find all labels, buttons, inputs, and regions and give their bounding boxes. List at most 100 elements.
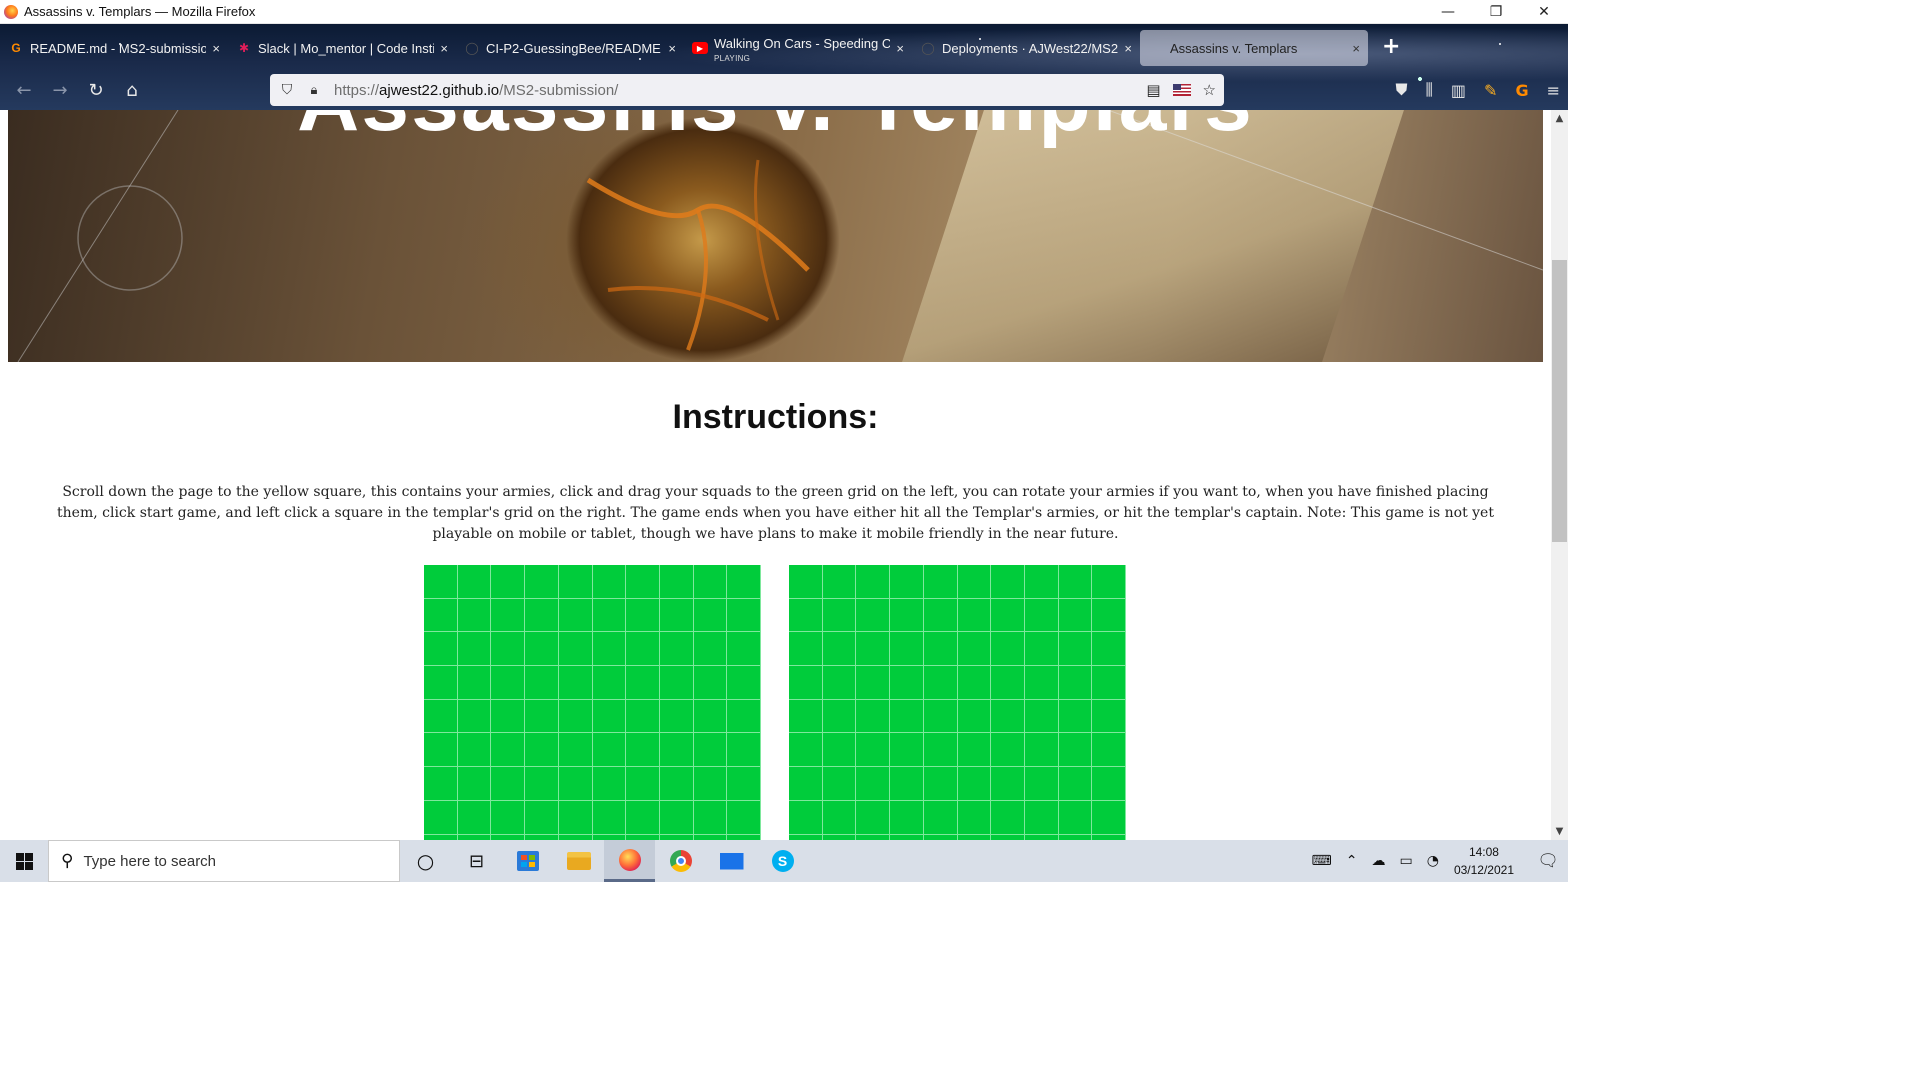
grid-cell[interactable] — [957, 699, 992, 734]
grid-cell[interactable] — [626, 565, 660, 599]
grid-cell[interactable] — [822, 598, 857, 633]
grid-cell[interactable] — [923, 632, 958, 667]
grid-cell[interactable] — [890, 800, 924, 835]
grid-cell[interactable] — [659, 800, 694, 835]
tab-close-button[interactable]: × — [212, 41, 220, 56]
grid-cell[interactable] — [789, 733, 823, 768]
taskbar-search[interactable]: ⚲ Type here to search — [48, 840, 400, 882]
grid-cell[interactable] — [424, 666, 458, 700]
grid-cell[interactable] — [424, 733, 458, 768]
grid-cell[interactable] — [491, 598, 526, 633]
grid-cell[interactable] — [693, 666, 728, 700]
grid-cell[interactable] — [822, 767, 857, 801]
grid-cell[interactable] — [923, 565, 958, 599]
tab-youtube[interactable]: ▶ Walking On Cars - Speeding Ca PLAYING … — [684, 30, 912, 66]
grid-cell[interactable] — [856, 733, 891, 768]
grid-cell[interactable] — [923, 666, 958, 700]
show-hidden-icons-icon[interactable]: ⌃ — [1346, 853, 1358, 869]
grid-cell[interactable] — [457, 632, 492, 667]
grid-cell[interactable] — [727, 632, 761, 667]
grid-cell[interactable] — [457, 598, 492, 633]
gitpod-extension-icon[interactable]: G — [1515, 81, 1528, 100]
bookmark-star-icon[interactable]: ☆ — [1203, 81, 1216, 99]
grid-cell[interactable] — [659, 565, 694, 599]
scrollbar-thumb[interactable] — [1552, 260, 1567, 542]
grid-cell[interactable] — [822, 800, 857, 835]
grid-cell[interactable] — [525, 733, 559, 768]
battery-icon[interactable]: ▭ — [1399, 853, 1412, 869]
grid-cell[interactable] — [789, 565, 823, 599]
tab-readme[interactable]: G README.md - MS2-submission × — [0, 30, 228, 66]
grid-cell[interactable] — [1092, 565, 1126, 599]
grid-cell[interactable] — [890, 632, 924, 667]
extension-icon[interactable]: ✎ — [1484, 81, 1497, 100]
grid-cell[interactable] — [558, 632, 593, 667]
skype-icon[interactable]: S — [757, 840, 808, 882]
grid-cell[interactable] — [890, 699, 924, 734]
grid-cell[interactable] — [1092, 632, 1126, 667]
grid-cell[interactable] — [558, 733, 593, 768]
grid-cell[interactable] — [592, 565, 627, 599]
grid-cell[interactable] — [1058, 632, 1093, 667]
tab-close-button[interactable]: × — [896, 41, 904, 56]
grid-cell[interactable] — [890, 598, 924, 633]
grid-cell[interactable] — [1024, 699, 1059, 734]
mail-icon[interactable] — [706, 840, 757, 882]
grid-cell[interactable] — [693, 598, 728, 633]
grid-cell[interactable] — [626, 666, 660, 700]
grid-cell[interactable] — [592, 632, 627, 667]
grid-cell[interactable] — [991, 598, 1025, 633]
grid-cell[interactable] — [890, 767, 924, 801]
grid-cell[interactable] — [424, 699, 458, 734]
grid-cell[interactable] — [457, 699, 492, 734]
grid-cell[interactable] — [727, 733, 761, 768]
grid-cell[interactable] — [424, 565, 458, 599]
grid-cell[interactable] — [693, 565, 728, 599]
microsoft-store-icon[interactable] — [502, 840, 553, 882]
grid-cell[interactable] — [558, 767, 593, 801]
forward-button[interactable]: → — [42, 74, 78, 106]
grid-cell[interactable] — [727, 699, 761, 734]
lock-icon[interactable]: 🔒︎ — [306, 83, 322, 98]
grid-cell[interactable] — [789, 666, 823, 700]
grid-cell[interactable] — [923, 767, 958, 801]
tab-close-button[interactable]: × — [668, 41, 676, 56]
grid-cell[interactable] — [525, 565, 559, 599]
grid-cell[interactable] — [923, 733, 958, 768]
grid-cell[interactable] — [991, 800, 1025, 835]
grid-cell[interactable] — [923, 598, 958, 633]
grid-cell[interactable] — [693, 733, 728, 768]
tab-close-button[interactable]: × — [440, 41, 448, 56]
grid-cell[interactable] — [626, 632, 660, 667]
grid-cell[interactable] — [822, 666, 857, 700]
grid-cell[interactable] — [957, 767, 992, 801]
menu-icon[interactable]: ≡ — [1547, 81, 1560, 100]
shield-icon[interactable]: ⛉ — [278, 82, 296, 98]
grid-cell[interactable] — [822, 632, 857, 667]
grid-cell[interactable] — [693, 767, 728, 801]
url-text[interactable]: https://ajwest22.github.io/MS2-submissio… — [334, 82, 618, 99]
grid-cell[interactable] — [626, 767, 660, 801]
grid-cell[interactable] — [1024, 666, 1059, 700]
grid-cell[interactable] — [558, 565, 593, 599]
grid-cell[interactable] — [957, 733, 992, 768]
grid-cell[interactable] — [822, 565, 857, 599]
reader-view-icon[interactable]: ▤ — [1146, 81, 1160, 99]
grid-cell[interactable] — [957, 800, 992, 835]
grid-cell[interactable] — [491, 565, 526, 599]
grid-cell[interactable] — [856, 666, 891, 700]
templar-grid[interactable] — [789, 565, 1126, 840]
grid-cell[interactable] — [822, 733, 857, 768]
grid-cell[interactable] — [558, 800, 593, 835]
restore-button[interactable]: ❐ — [1472, 0, 1520, 24]
grid-cell[interactable] — [558, 598, 593, 633]
reload-button[interactable]: ↻ — [78, 74, 114, 106]
grid-cell[interactable] — [525, 800, 559, 835]
file-explorer-icon[interactable] — [553, 840, 604, 882]
firefox-taskbar-icon[interactable] — [604, 840, 655, 882]
grid-cell[interactable] — [822, 699, 857, 734]
back-button[interactable]: ← — [6, 74, 42, 106]
grid-cell[interactable] — [659, 733, 694, 768]
grid-cell[interactable] — [457, 565, 492, 599]
grid-cell[interactable] — [1024, 598, 1059, 633]
